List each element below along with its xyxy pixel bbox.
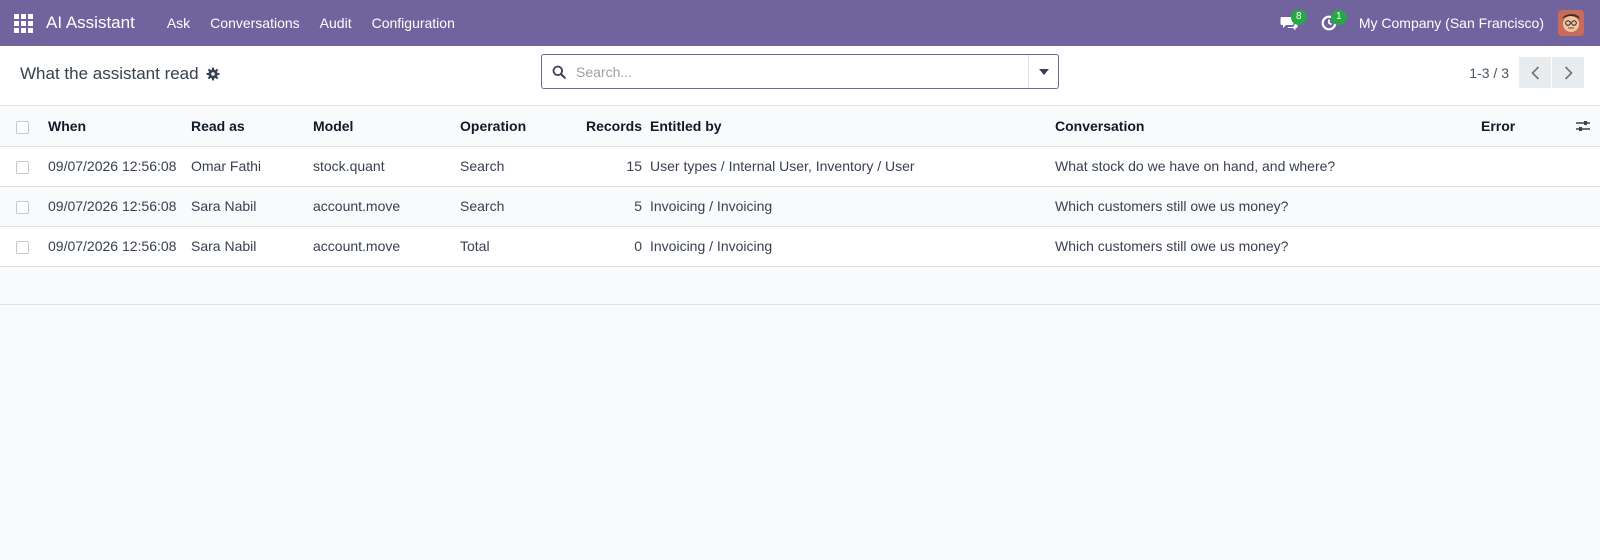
optional-columns-cell xyxy=(1560,106,1600,147)
row-select-cell xyxy=(0,146,44,186)
column-header-records[interactable]: Records xyxy=(556,106,646,147)
chevron-right-icon xyxy=(1564,65,1573,80)
messages-button[interactable]: 8 xyxy=(1269,0,1309,46)
cell-model: account.move xyxy=(313,238,401,254)
row-checkbox[interactable] xyxy=(16,160,29,174)
cell-error xyxy=(1477,146,1560,186)
row-select-cell xyxy=(0,186,44,226)
column-header-when[interactable]: When xyxy=(44,106,187,147)
cell-read-as: Sara Nabil xyxy=(191,238,257,254)
pager-next-button[interactable] xyxy=(1552,57,1584,88)
search-icon xyxy=(542,65,576,79)
pager: 1-3 / 3 xyxy=(1469,57,1584,88)
pager-value[interactable]: 1-3 / 3 xyxy=(1469,65,1509,81)
menu-ask[interactable]: Ask xyxy=(157,0,200,46)
activities-count-badge: 1 xyxy=(1330,10,1347,25)
cell-error xyxy=(1477,186,1560,226)
search-options-toggle[interactable] xyxy=(1028,55,1058,88)
main-menu: Ask Conversations Audit Configuration xyxy=(157,0,465,46)
cell-entitled-by: Invoicing / Invoicing xyxy=(650,238,773,254)
cell-operation: Search xyxy=(460,198,505,214)
control-panel: What the assistant read Search... 1-3 / … xyxy=(0,46,1600,106)
row-select-cell xyxy=(0,226,44,266)
cell-entitled-by: Invoicing / Invoicing xyxy=(650,198,773,214)
search-bar xyxy=(541,54,1059,89)
cell-when: 09/07/2026 12:56:08 xyxy=(48,158,177,174)
cell-records: 5 xyxy=(634,198,642,214)
cell-read-as: Sara Nabil xyxy=(191,198,257,214)
cell-records: 15 xyxy=(626,158,642,174)
cell-read-as: Omar Fathi xyxy=(191,158,262,174)
cell-when: 09/07/2026 12:56:08 xyxy=(48,238,177,254)
cell-error xyxy=(1477,226,1560,266)
cell-conversation: Which customers still owe us money? xyxy=(1055,198,1289,214)
optional-columns-toggle[interactable] xyxy=(1564,120,1596,132)
table-header-row: When Read as Model Operation Records Ent… xyxy=(0,106,1600,147)
column-header-entitled-by[interactable]: Entitled by xyxy=(646,106,1051,147)
cell-operation: Search xyxy=(460,158,505,174)
user-avatar[interactable] xyxy=(1558,10,1584,36)
column-header-error[interactable]: Error xyxy=(1477,106,1560,147)
chevron-left-icon xyxy=(1530,65,1539,80)
app-name[interactable]: AI Assistant xyxy=(46,0,147,46)
audit-list-table: When Read as Model Operation Records Ent… xyxy=(0,106,1600,267)
select-all-checkbox[interactable] xyxy=(16,120,29,134)
menu-configuration[interactable]: Configuration xyxy=(362,0,465,46)
sliders-icon xyxy=(1576,120,1590,131)
table-footer-row xyxy=(0,266,1600,305)
table-row[interactable]: 09/07/2026 12:56:08 Sara Nabil account.m… xyxy=(0,226,1600,266)
cell-conversation: Which customers still owe us money? xyxy=(1055,238,1289,254)
row-checkbox[interactable] xyxy=(16,240,29,254)
select-all-cell xyxy=(0,106,44,147)
cell-model: stock.quant xyxy=(313,158,385,174)
activities-button[interactable]: 1 xyxy=(1309,0,1349,46)
column-header-operation[interactable]: Operation xyxy=(456,106,556,147)
cell-conversation: What stock do we have on hand, and where… xyxy=(1055,158,1336,174)
menu-conversations[interactable]: Conversations xyxy=(200,0,310,46)
row-checkbox[interactable] xyxy=(16,200,29,214)
menu-audit[interactable]: Audit xyxy=(310,0,362,46)
top-navbar: AI Assistant Ask Conversations Audit Con… xyxy=(0,0,1600,46)
page-title: What the assistant read xyxy=(20,64,199,83)
caret-down-icon xyxy=(1038,68,1049,75)
messages-count-badge: 8 xyxy=(1290,10,1307,25)
cell-operation: Total xyxy=(460,238,490,254)
table-row[interactable]: 09/07/2026 12:56:08 Sara Nabil account.m… xyxy=(0,186,1600,226)
search-input[interactable] xyxy=(576,63,1028,80)
column-header-conversation[interactable]: Conversation xyxy=(1051,106,1477,147)
cell-model: account.move xyxy=(313,198,401,214)
gear-icon[interactable] xyxy=(206,67,220,81)
pager-previous-button[interactable] xyxy=(1519,57,1551,88)
cell-records: 0 xyxy=(634,238,642,254)
cell-when: 09/07/2026 12:56:08 xyxy=(48,198,177,214)
table-row[interactable]: 09/07/2026 12:56:08 Omar Fathi stock.qua… xyxy=(0,146,1600,186)
column-header-read-as[interactable]: Read as xyxy=(187,106,309,147)
breadcrumb: What the assistant read xyxy=(20,64,220,84)
cell-entitled-by: User types / Internal User, Inventory / … xyxy=(650,158,915,174)
column-header-model[interactable]: Model xyxy=(309,106,456,147)
apps-menu-icon[interactable] xyxy=(0,0,46,46)
company-switcher[interactable]: My Company (San Francisco) xyxy=(1349,15,1558,31)
